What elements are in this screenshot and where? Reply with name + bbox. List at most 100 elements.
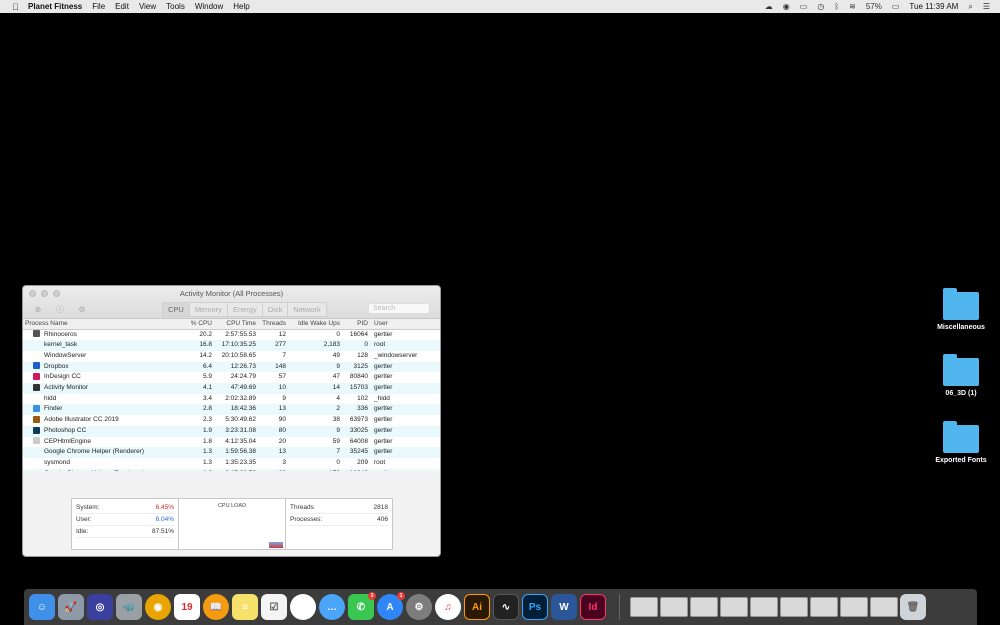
minimized-window-thumbnail[interactable] [870,597,898,617]
cpu-time-cell: 17:10:35.25 [215,340,259,351]
table-row[interactable]: WindowServer 14.2 20:10:58.65 7 49 128 _window… [23,350,440,362]
indesign-icon[interactable]: Id [580,594,606,620]
tab-network[interactable]: Network [287,302,327,317]
col-process-name[interactable]: Process Name [23,319,175,330]
quit-process-button[interactable]: ⊗ [31,303,45,315]
table-row[interactable]: Activity Monitor 4.1 47:49.69 10 14 15703 gert… [23,383,440,394]
minimized-window-thumbnail[interactable] [840,597,868,617]
table-row[interactable]: Rhinoceros 20.2 2:57:55.53 12 0 16064 gertler [23,329,440,341]
cpu-cell: 3.4 [175,393,215,405]
app-menu[interactable]: Planet Fitness [28,2,82,11]
blank-icon [33,395,40,402]
tab-memory[interactable]: Memory [188,302,228,317]
minimized-window-thumbnail[interactable] [660,597,688,617]
menu-tools[interactable]: Tools [166,2,185,11]
illustrator-icon[interactable]: Ai [464,594,490,620]
minimized-window-thumbnail[interactable] [750,597,778,617]
wifi-icon[interactable]: ≋ [849,2,856,11]
photos-icon[interactable]: ✿ [290,594,316,620]
tab-disk[interactable]: Disk [261,302,289,317]
screen-record-icon[interactable]: ◉ [783,2,790,11]
menu-window[interactable]: Window [195,2,223,11]
battery-percent[interactable]: 57% [866,2,882,11]
chrome-icon[interactable]: ◉ [145,594,171,620]
table-row[interactable]: InDesign CC 5.9 24:24.79 57 47 80840 gertler [23,372,440,384]
messages-icon[interactable]: ✆ 3 [348,592,376,620]
col-cpu-time[interactable]: CPU Time [215,319,259,330]
col-idle-wake-ups[interactable]: Idle Wake Ups [289,319,343,330]
gear-icon[interactable]: ⚙ [75,303,89,315]
finder-icon[interactable]: ☺ [29,594,55,620]
notes-icon[interactable]: ≡ [232,594,258,620]
user-cell: root [371,340,440,351]
word-icon[interactable]: W [551,594,577,620]
calendar-icon[interactable]: 19 [174,594,200,620]
minimized-window-thumbnail[interactable] [810,597,838,617]
minimized-window-thumbnail[interactable] [720,597,748,617]
rhino-icon[interactable]: 🦏 [116,594,142,620]
photoshop-icon [33,426,40,434]
table-row[interactable]: CEPHtmlEngine 1.8 4:12:35.04 20 59 64008 gertl… [23,436,440,448]
notification-center-icon[interactable]: ☰ [983,2,990,11]
table-row[interactable]: hidd 3.4 2:02:32.89 9 4 102 _hidd [23,393,440,405]
activity-monitor-icon[interactable]: ∿ [493,594,519,620]
table-row[interactable]: Adobe Illustrator CC 2019 2.3 5:30:49.62 90… [23,415,440,426]
col-cpu[interactable]: % CPU [175,319,215,330]
siri-icon[interactable]: ◎ [87,594,113,620]
user-cell: _hidd [371,393,440,405]
battery-icon[interactable]: ▭ [892,2,900,11]
table-row[interactable]: Google Chrome Helper (Renderer) 1.3 1:59:5… [23,447,440,458]
creative-cloud-icon[interactable]: ☁ [765,2,773,11]
bluetooth-icon[interactable]: ᛒ [834,2,839,11]
system-preferences-icon[interactable]: ⚙ [406,594,432,620]
minimized-window-thumbnail[interactable] [630,597,658,617]
col-threads[interactable]: Threads [259,319,289,330]
cpu-time-cell: 24:24.79 [215,372,259,384]
tab-cpu[interactable]: CPU [162,302,190,317]
ibooks-icon[interactable]: 📖 [203,594,229,620]
process-list[interactable]: Process Name % CPU CPU Time Threads Idle… [23,319,440,471]
table-row[interactable]: Photoshop CC 1.9 3:23:31.08 80 9 33025 gertler [23,425,440,437]
menu-help[interactable]: Help [233,2,249,11]
reminders-icon[interactable]: ☑ [261,594,287,620]
cpu-cell: 2.3 [175,415,215,426]
messages-bubble-icon[interactable]: … [319,594,345,620]
table-row[interactable]: sysmond 1.3 1:35:23.35 3 0 209 root [23,457,440,469]
spotlight-icon[interactable]: ⌕ [968,2,972,12]
app-store-badge: 1 [397,592,405,600]
pid-cell: 336 [343,404,371,416]
trash-icon[interactable]: 🗑 [900,594,926,620]
desktop-folder[interactable]: 06_3D (1) [921,354,1000,397]
idle-wake-ups-cell: 47 [289,372,343,384]
tab-energy[interactable]: Energy [226,302,263,317]
menu-file[interactable]: File [92,2,105,11]
minimized-window-thumbnail[interactable] [780,597,808,617]
minimized-window-thumbnail[interactable] [690,597,718,617]
itunes-icon[interactable]: ♫ [435,594,461,620]
col-user[interactable]: User [371,319,440,330]
airplay-icon[interactable]: ▭ [800,2,808,11]
table-row[interactable]: Google Chrome Helper (Renderer) 1.23:17:2… [23,468,440,471]
user-value: 6.04% [155,516,174,523]
photoshop-icon[interactable]: Ps [522,594,548,620]
apple-icon[interactable]:  [12,2,22,12]
table-row[interactable]: Dropbox 6.4 12:26.73 148 9 3125 gertler [23,361,440,373]
desktop-folder[interactable]: Miscellaneous [921,288,1000,331]
process-name-cell: sysmond [23,457,175,469]
table-row[interactable]: Finder 2.8 18:42.36 13 2 336 gertler [23,404,440,416]
desktop-folder[interactable]: Exported Fonts [921,421,1000,464]
messages-badge: 3 [368,592,376,600]
menu-clock[interactable]: Tue 11:39 AM [909,2,958,11]
table-row[interactable]: kernel_task 16.8 17:10:35.25 277 2,183 0 root [23,340,440,351]
menu-view[interactable]: View [139,2,156,11]
col-pid[interactable]: PID [343,319,371,330]
threads-cell: 13 [259,404,289,416]
app-store-icon[interactable]: A1 [377,592,405,620]
launchpad-icon[interactable]: 🚀 [58,594,84,620]
search-input[interactable]: Search [368,303,430,314]
info-button[interactable]: ⓘ [53,303,67,315]
dock-separator [619,594,620,620]
time-machine-icon[interactable]: ◷ [817,2,824,11]
folder-label: 06_3D (1) [945,390,977,397]
menu-edit[interactable]: Edit [115,2,129,11]
